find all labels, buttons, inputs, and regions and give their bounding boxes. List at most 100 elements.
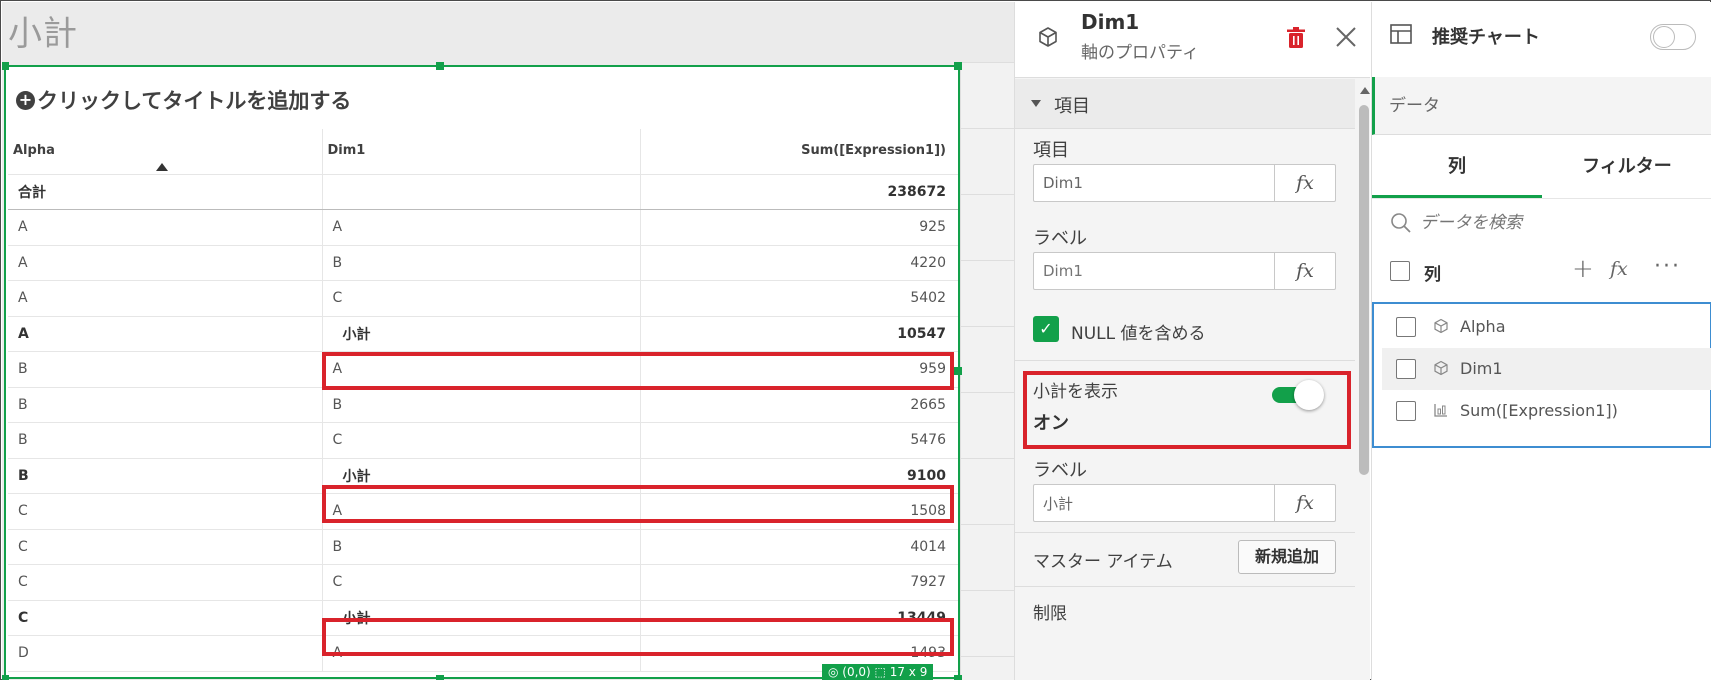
cell-alpha[interactable]: C — [8, 600, 323, 636]
cell-alpha[interactable]: C — [8, 493, 323, 530]
list-item[interactable]: Dim1 — [1382, 348, 1711, 390]
cell-dim1[interactable]: 小計 — [322, 316, 641, 352]
cell-value[interactable]: 5402 — [640, 280, 958, 317]
cell-value[interactable]: 4220 — [640, 245, 958, 281]
cell-alpha[interactable]: C — [8, 529, 323, 565]
sort-up-icon — [156, 163, 168, 171]
field-checkbox[interactable] — [1396, 401, 1416, 421]
header-sum-expression1[interactable]: Sum([Expression1]) — [640, 129, 958, 175]
pivot-table-object[interactable]: + クリックしてタイトルを追加する Alpha Dim1 Sum([Expres… — [2, 62, 962, 680]
field-input[interactable] — [1034, 165, 1274, 201]
fx-button-label[interactable]: fx — [1274, 253, 1335, 289]
resize-handle-br[interactable] — [954, 675, 962, 680]
cell-alpha[interactable]: A — [8, 316, 323, 352]
cell-dim1[interactable]: C — [322, 564, 641, 601]
subtotal-row: A 小計 10547 — [8, 316, 958, 352]
properties-scrollbar[interactable] — [1355, 79, 1370, 680]
cell-alpha[interactable]: D — [8, 635, 323, 672]
subtotal-highlight-b — [322, 485, 954, 523]
fx-button-field[interactable]: fx — [1274, 165, 1335, 201]
total-value: 238672 — [640, 174, 958, 210]
subtotal-highlight-box — [1023, 371, 1351, 449]
cube-icon — [1434, 318, 1448, 334]
cell-dim1[interactable]: B — [322, 387, 641, 423]
pivot-table: Alpha Dim1 Sum([Expression1]) 合計 238672 … — [8, 129, 958, 672]
cell-dim1[interactable]: A — [322, 209, 641, 246]
cell-value[interactable]: 2665 — [640, 387, 958, 423]
caret-down-icon — [1031, 100, 1041, 107]
grid-status-pill: ◎ (0,0) ⬚ 17 x 9 — [822, 664, 934, 680]
section-field-header[interactable]: 項目 — [1015, 79, 1355, 129]
cell-alpha[interactable]: B — [8, 422, 323, 459]
field-checkbox[interactable] — [1396, 359, 1416, 379]
cell-alpha[interactable]: B — [8, 458, 323, 494]
cell-alpha[interactable]: A — [8, 280, 323, 317]
table-row: A A 925 — [8, 209, 958, 246]
dimension-subtitle: 軸のプロパティ — [1081, 43, 1199, 63]
cell-value[interactable]: 7927 — [640, 564, 958, 601]
add-master-item-button[interactable]: 新規追加 — [1238, 540, 1336, 574]
subtotal-highlight-c — [322, 618, 954, 656]
field-list: Alpha Dim1 Sum([Expression1]) — [1372, 302, 1711, 448]
data-search-input[interactable] — [1420, 205, 1700, 241]
resize-handle-bottom[interactable] — [436, 675, 444, 680]
cell-alpha[interactable]: A — [8, 245, 323, 281]
total-row: 合計 238672 — [8, 174, 958, 210]
measure-icon — [1434, 404, 1447, 417]
scroll-up-arrow[interactable] — [1360, 87, 1370, 94]
label-input[interactable] — [1034, 253, 1274, 289]
cell-dim1[interactable]: C — [322, 280, 641, 317]
check-icon: ✓ — [1039, 319, 1053, 338]
field-input-group: fx — [1033, 164, 1336, 202]
add-icon[interactable]: + — [1572, 254, 1594, 284]
subtotal-label-input[interactable] — [1034, 485, 1274, 521]
properties-header: Dim1 軸のプロパティ — [1015, 2, 1370, 78]
label-input-group: fx — [1033, 252, 1336, 290]
object-title[interactable]: + クリックしてタイトルを追加する — [16, 85, 351, 115]
null-label: NULL 値を含める — [1071, 324, 1206, 344]
cell-value[interactable]: 5476 — [640, 422, 958, 459]
cell-value[interactable]: 4014 — [640, 529, 958, 565]
cell-dim1[interactable]: B — [322, 245, 641, 281]
cell-dim1[interactable]: C — [322, 422, 641, 459]
resize-handle-tl[interactable] — [2, 62, 9, 70]
fx-icon[interactable]: fx — [1610, 258, 1628, 280]
tab-filters[interactable]: フィルター — [1542, 136, 1711, 198]
list-item[interactable]: Sum([Expression1]) — [1382, 390, 1711, 432]
header-alpha[interactable]: Alpha — [8, 129, 323, 175]
resize-handle-bl[interactable] — [2, 675, 9, 680]
close-icon[interactable] — [1333, 24, 1359, 50]
cell-alpha[interactable]: B — [8, 387, 323, 423]
cell-dim1[interactable]: B — [322, 529, 641, 565]
cell-alpha[interactable]: B — [8, 351, 323, 388]
cell-alpha[interactable]: A — [8, 209, 323, 246]
cell-value[interactable]: 10547 — [640, 316, 958, 352]
cube-icon — [1039, 27, 1057, 47]
resize-handle-top[interactable] — [436, 62, 444, 70]
null-checkbox[interactable]: ✓ — [1033, 316, 1059, 342]
data-panel: 推奨チャート データ 列 フィルター 列 + fx ··· Alpha — [1371, 2, 1711, 680]
table-row: B B 2665 — [8, 387, 958, 423]
cube-icon — [1434, 360, 1448, 376]
field-checkbox[interactable] — [1396, 317, 1416, 337]
scroll-thumb[interactable] — [1359, 105, 1369, 475]
recommended-chart-title: 推奨チャート — [1432, 27, 1540, 48]
more-icon[interactable]: ··· — [1654, 254, 1681, 279]
divider — [1015, 360, 1355, 361]
limit-label: 制限 — [1033, 604, 1067, 624]
data-section-tab[interactable]: データ — [1372, 77, 1711, 135]
cell-value[interactable]: 925 — [640, 209, 958, 246]
recommended-chart-toggle[interactable] — [1650, 24, 1696, 50]
total-empty — [322, 174, 641, 210]
resize-handle-tr[interactable] — [954, 62, 962, 70]
list-item[interactable]: Alpha — [1382, 306, 1711, 348]
tab-columns[interactable]: 列 — [1372, 136, 1542, 198]
header-dim1[interactable]: Dim1 — [322, 129, 641, 175]
cell-alpha[interactable]: C — [8, 564, 323, 601]
fx-button-subtotal[interactable]: fx — [1274, 485, 1335, 521]
label-label: ラベル — [1033, 228, 1087, 249]
trash-icon[interactable] — [1285, 26, 1307, 50]
select-all-checkbox[interactable] — [1390, 261, 1410, 281]
subtotal-highlight-a — [322, 352, 954, 390]
tab-divider — [1372, 198, 1711, 199]
